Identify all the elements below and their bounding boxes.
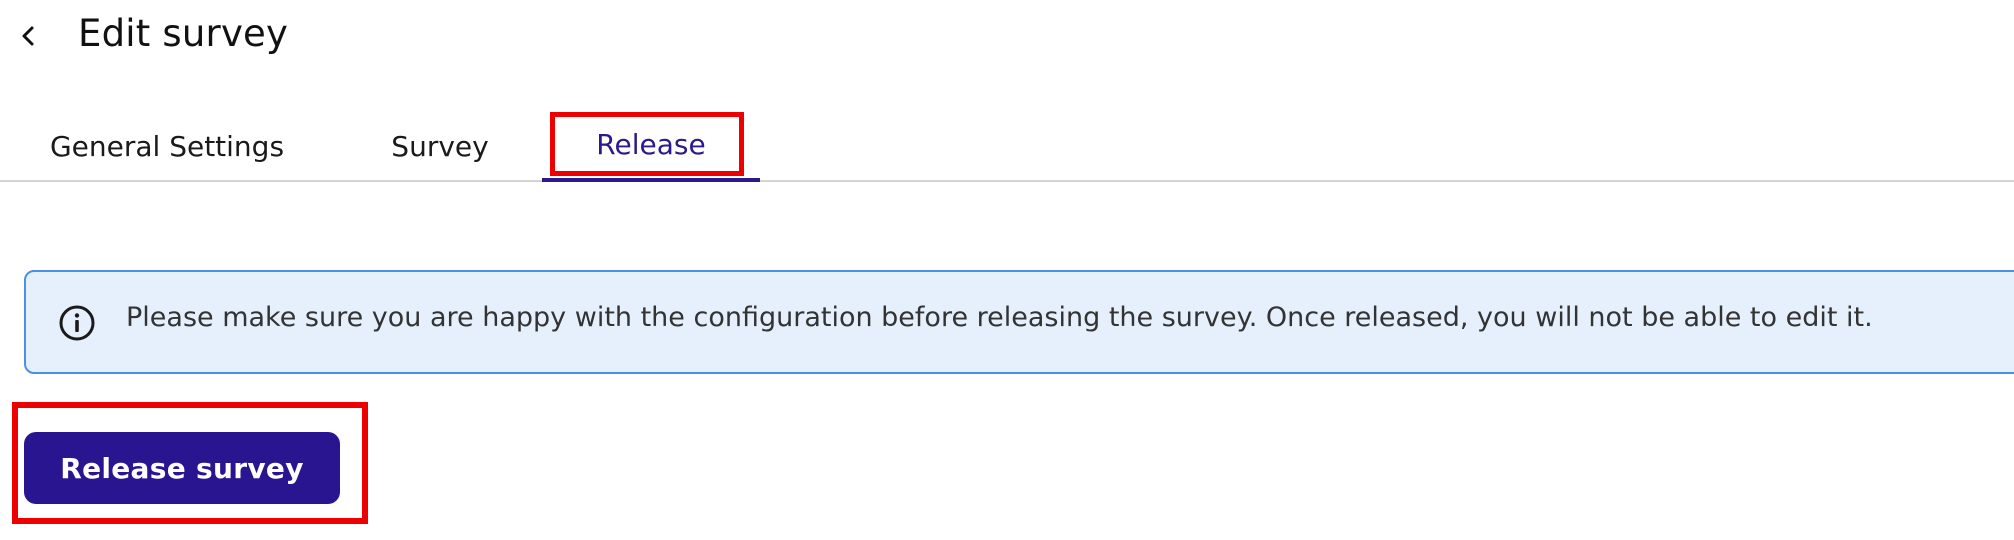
chevron-left-icon: [22, 26, 34, 46]
release-survey-button[interactable]: Release survey: [24, 432, 340, 504]
page-title: Edit survey: [78, 12, 289, 55]
back-button[interactable]: [12, 20, 44, 52]
edit-survey-page: Edit survey General Settings Survey Rele…: [0, 0, 2014, 540]
tab-release[interactable]: Release: [542, 110, 760, 182]
info-icon: [59, 305, 95, 341]
tab-general-settings[interactable]: General Settings: [22, 110, 312, 182]
info-banner: Please make sure you are happy with the …: [24, 270, 2014, 374]
tab-bar: General Settings Survey Release: [0, 110, 2014, 182]
info-message: Please make sure you are happy with the …: [126, 302, 1873, 333]
tab-survey[interactable]: Survey: [370, 110, 510, 182]
